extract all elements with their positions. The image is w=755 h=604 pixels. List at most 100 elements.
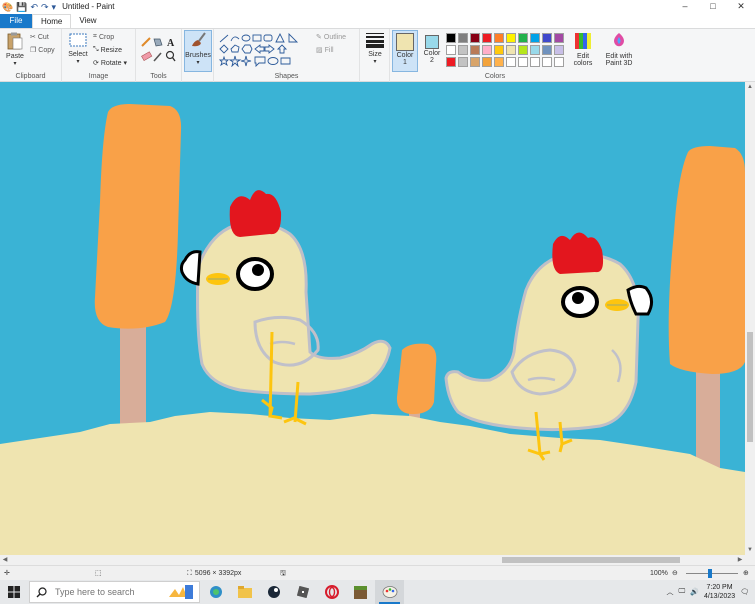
save-icon[interactable]: 💾 xyxy=(16,1,27,13)
palette-color-swatch[interactable] xyxy=(530,57,540,67)
fill-button[interactable]: ▨ Fill xyxy=(316,46,334,55)
palette-color-swatch[interactable] xyxy=(482,57,492,67)
taskbar-app-roblox[interactable] xyxy=(288,580,317,604)
copy-button[interactable]: ❐ Copy xyxy=(30,46,55,55)
scroll-up-icon[interactable]: ▲ xyxy=(745,82,755,92)
cursor-position-icon: ✛ xyxy=(4,570,10,577)
palette-color-swatch[interactable] xyxy=(530,45,540,55)
palette-color-swatch[interactable] xyxy=(446,45,456,55)
palette-color-swatch[interactable] xyxy=(458,33,468,43)
taskbar-app-steam[interactable] xyxy=(259,580,288,604)
scroll-right-icon[interactable]: ▶ xyxy=(735,555,745,565)
brushes-button[interactable]: Brushes ▾ xyxy=(184,30,212,72)
color2-button[interactable]: Color 2 xyxy=(420,33,444,64)
palette-color-swatch[interactable] xyxy=(554,57,564,67)
home-tab[interactable]: Home xyxy=(32,14,72,28)
taskbar-app-file-explorer[interactable] xyxy=(230,580,259,604)
palette-color-swatch[interactable] xyxy=(506,57,516,67)
minimize-button[interactable]: – xyxy=(671,0,699,13)
color1-button[interactable]: Color 1 xyxy=(392,30,418,72)
drawing-canvas[interactable] xyxy=(0,82,745,555)
volume-icon[interactable]: 🔊 xyxy=(690,588,699,596)
palette-color-swatch[interactable] xyxy=(446,33,456,43)
color-picker-icon[interactable] xyxy=(153,52,162,62)
palette-color-swatch[interactable] xyxy=(494,45,504,55)
horizontal-scrollbar[interactable]: ◀ ▶ xyxy=(0,555,755,565)
color1-label: Color xyxy=(396,52,414,59)
palette-color-swatch[interactable] xyxy=(494,57,504,67)
palette-color-swatch[interactable] xyxy=(494,33,504,43)
size-dropdown-icon[interactable]: ▾ xyxy=(363,58,387,65)
taskbar-app-opera[interactable] xyxy=(317,580,346,604)
palette-color-swatch[interactable] xyxy=(554,45,564,55)
select-button[interactable]: Select ▾ xyxy=(66,32,90,65)
scroll-left-icon[interactable]: ◀ xyxy=(0,555,10,565)
edit-colors-button[interactable]: Edit colors xyxy=(570,32,596,67)
cut-button[interactable]: ✂ Cut xyxy=(30,33,49,42)
fill-bucket-icon[interactable] xyxy=(153,38,163,47)
palette-color-swatch[interactable] xyxy=(506,33,516,43)
text-tool-icon[interactable]: A xyxy=(167,38,175,49)
shapes-gallery[interactable] xyxy=(218,33,314,67)
palette-color-swatch[interactable] xyxy=(470,33,480,43)
palette-color-swatch[interactable] xyxy=(470,45,480,55)
rotate-button[interactable]: ⟳ Rotate ▾ xyxy=(93,59,127,68)
size-group: Size ▾ xyxy=(360,29,390,82)
eraser-icon[interactable] xyxy=(141,51,153,62)
brushes-dropdown-icon[interactable]: ▾ xyxy=(185,59,211,66)
taskbar-search-box[interactable] xyxy=(29,581,200,603)
palette-color-swatch[interactable] xyxy=(518,57,528,67)
magnifier-icon[interactable] xyxy=(165,50,176,62)
palette-color-swatch[interactable] xyxy=(518,33,528,43)
redo-icon[interactable]: ↷ xyxy=(41,1,49,13)
clipboard-group-label: Clipboard xyxy=(15,73,46,80)
vertical-scrollbar[interactable]: ▲ ▼ xyxy=(745,82,755,555)
pencil-icon[interactable] xyxy=(141,37,151,47)
close-button[interactable]: ✕ xyxy=(727,0,755,13)
palette-color-swatch[interactable] xyxy=(446,57,456,67)
palette-color-swatch[interactable] xyxy=(482,45,492,55)
select-dropdown-icon[interactable]: ▾ xyxy=(66,58,90,65)
notifications-icon[interactable]: 🗨 xyxy=(740,588,749,596)
file-tab[interactable]: File xyxy=(0,14,32,28)
palette-color-swatch[interactable] xyxy=(530,33,540,43)
palette-color-swatch[interactable] xyxy=(542,57,552,67)
palette-color-swatch[interactable] xyxy=(518,45,528,55)
palette-color-swatch[interactable] xyxy=(506,45,516,55)
horizontal-scroll-thumb[interactable] xyxy=(502,557,680,563)
outline-button[interactable]: ✎ Outline xyxy=(316,33,346,42)
zoom-slider-knob[interactable] xyxy=(708,569,712,578)
scroll-down-icon[interactable]: ▼ xyxy=(745,545,755,555)
taskbar-app-minecraft[interactable] xyxy=(346,580,375,604)
paste-button[interactable]: Paste ▾ xyxy=(3,32,27,67)
palette-color-swatch[interactable] xyxy=(482,33,492,43)
zoom-in-icon[interactable]: ⊕ xyxy=(743,566,749,581)
maximize-button[interactable]: □ xyxy=(699,0,727,13)
taskbar-app-edge[interactable] xyxy=(201,580,230,604)
resize-button[interactable]: ⤡ Resize xyxy=(93,46,122,54)
undo-icon[interactable]: ↶ xyxy=(30,1,38,13)
start-button[interactable] xyxy=(0,580,28,604)
crop-button[interactable]: ⌗ Crop xyxy=(93,33,114,41)
clock[interactable]: 7:20 PM 4/13/2023 xyxy=(704,583,735,601)
paint3d-icon xyxy=(614,33,624,47)
palette-color-swatch[interactable] xyxy=(470,57,480,67)
search-input[interactable] xyxy=(55,587,165,597)
paste-dropdown-icon[interactable]: ▾ xyxy=(3,60,27,67)
network-icon[interactable]: 🖵 xyxy=(678,588,685,596)
zoom-slider[interactable] xyxy=(686,569,738,578)
taskbar-app-paint[interactable] xyxy=(375,580,404,604)
palette-color-swatch[interactable] xyxy=(554,33,564,43)
tools-group: A Tools xyxy=(136,29,182,82)
vertical-scroll-thumb[interactable] xyxy=(747,332,753,442)
zoom-out-icon[interactable]: ⊖ xyxy=(672,566,678,581)
palette-color-swatch[interactable] xyxy=(542,33,552,43)
palette-color-swatch[interactable] xyxy=(458,57,468,67)
palette-color-swatch[interactable] xyxy=(542,45,552,55)
size-button[interactable]: Size ▾ xyxy=(363,32,387,65)
palette-color-swatch[interactable] xyxy=(458,45,468,55)
show-hidden-icons-icon[interactable]: ︿ xyxy=(666,587,673,597)
edit-with-paint3d-button[interactable]: Edit with Paint 3D xyxy=(602,32,636,67)
view-tab[interactable]: View xyxy=(71,14,104,28)
customize-quick-access-icon[interactable]: ▾ xyxy=(52,1,57,13)
